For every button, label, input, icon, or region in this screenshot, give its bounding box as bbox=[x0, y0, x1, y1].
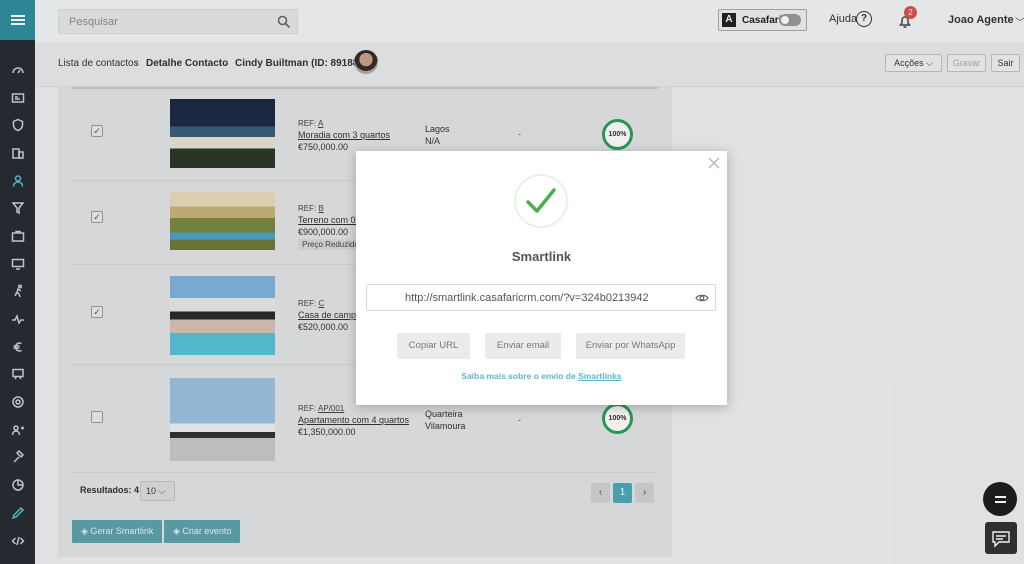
modal-title: Smartlink bbox=[511, 249, 572, 264]
smartlinks-link[interactable]: Smartlinks bbox=[578, 371, 621, 381]
smartlink-url[interactable]: http://smartlink.casafaricrm.com/?v=324b… bbox=[405, 292, 649, 304]
eye-icon[interactable] bbox=[695, 292, 709, 304]
smartlink-url-field[interactable]: http://smartlink.casafaricrm.com/?v=324b… bbox=[366, 284, 716, 311]
success-check-icon bbox=[514, 174, 568, 228]
smartlink-modal: Smartlink http://smartlink.casafaricrm.c… bbox=[356, 151, 727, 405]
close-icon[interactable] bbox=[707, 156, 721, 170]
learn-more-text: Saiba mais sobre o envio de Smartlinks bbox=[461, 371, 622, 381]
send-whatsapp-button[interactable]: Enviar por WhatsApp bbox=[576, 333, 685, 359]
copy-url-button[interactable]: Copiar URL bbox=[397, 333, 470, 359]
send-email-button[interactable]: Enviar email bbox=[485, 333, 561, 359]
